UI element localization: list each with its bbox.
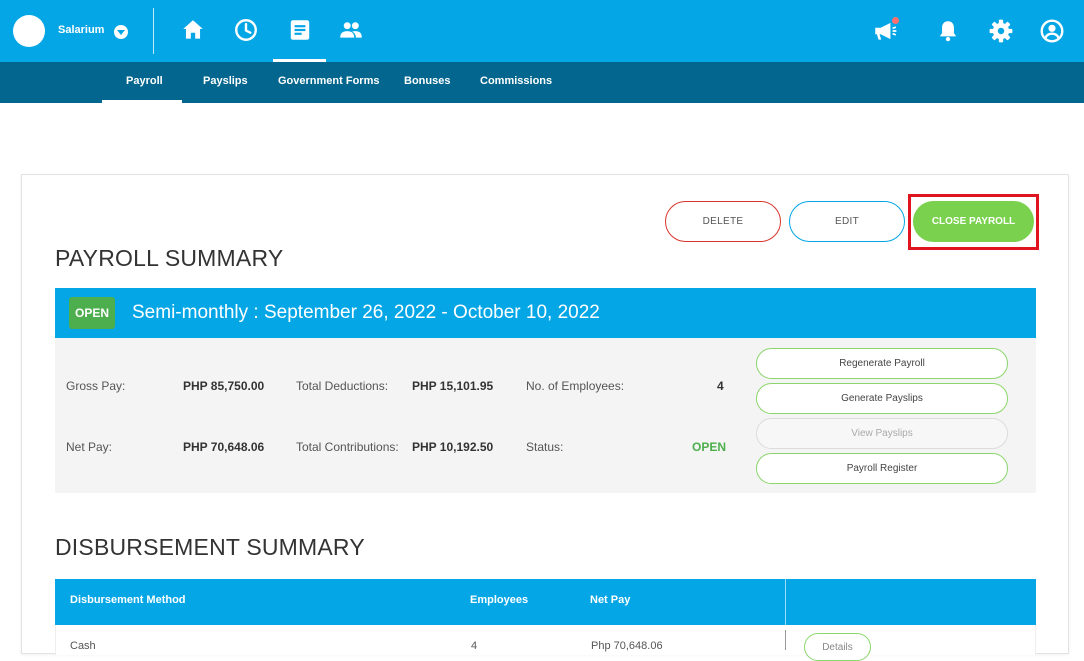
row-net-pay: Php 70,648.06 bbox=[591, 640, 663, 652]
generate-payslips-button[interactable]: Generate Payslips bbox=[756, 383, 1008, 414]
column-disbursement-method: Disbursement Method bbox=[70, 594, 186, 606]
people-icon[interactable] bbox=[338, 17, 364, 43]
status-badge: OPEN bbox=[69, 297, 115, 329]
total-contributions-label: Total Contributions: bbox=[296, 440, 399, 454]
tab-government-forms[interactable]: Government Forms bbox=[278, 75, 379, 87]
delete-button[interactable]: DELETE bbox=[665, 201, 781, 242]
top-bar bbox=[0, 0, 1084, 62]
total-contributions-value: PHP 10,192.50 bbox=[412, 440, 494, 454]
highlight-box bbox=[908, 194, 1039, 250]
employees-value: 4 bbox=[717, 379, 724, 393]
chevron-down-icon[interactable] bbox=[114, 25, 128, 39]
tab-bonuses[interactable]: Bonuses bbox=[404, 75, 450, 87]
gross-pay-value: PHP 85,750.00 bbox=[183, 379, 265, 393]
gross-pay-label: Gross Pay: bbox=[66, 379, 126, 393]
net-pay-label: Net Pay: bbox=[66, 440, 113, 454]
total-deductions-label: Total Deductions: bbox=[296, 379, 389, 393]
column-employees: Employees bbox=[470, 594, 529, 606]
company-name[interactable]: Salarium bbox=[58, 24, 104, 36]
net-pay-value: PHP 70,648.06 bbox=[183, 440, 265, 454]
total-deductions-value: PHP 15,101.95 bbox=[412, 379, 494, 393]
tab-payroll[interactable]: Payroll bbox=[126, 75, 163, 87]
details-button[interactable]: Details bbox=[804, 633, 871, 661]
header-divider bbox=[153, 8, 154, 54]
tab-payslips[interactable]: Payslips bbox=[203, 75, 248, 87]
document-icon[interactable] bbox=[287, 17, 313, 43]
clock-icon[interactable] bbox=[233, 17, 259, 43]
home-icon[interactable] bbox=[180, 17, 206, 43]
employees-label: No. of Employees: bbox=[526, 379, 625, 393]
disbursement-table-header bbox=[55, 579, 1036, 625]
table-row bbox=[55, 625, 1036, 655]
row-column-divider bbox=[785, 630, 786, 650]
company-logo[interactable] bbox=[13, 15, 45, 47]
tab-active-indicator bbox=[102, 100, 182, 103]
row-method: Cash bbox=[70, 640, 96, 652]
row-employees: 4 bbox=[471, 640, 478, 652]
regenerate-payroll-button[interactable]: Regenerate Payroll bbox=[756, 348, 1008, 379]
edit-button[interactable]: EDIT bbox=[789, 201, 905, 242]
payroll-summary-title: PAYROLL SUMMARY bbox=[55, 245, 284, 271]
status-label: Status: bbox=[526, 440, 564, 454]
disbursement-summary-title: DISBURSEMENT SUMMARY bbox=[55, 534, 365, 560]
gear-icon[interactable] bbox=[988, 18, 1014, 44]
user-icon[interactable] bbox=[1039, 18, 1065, 44]
view-payslips-button[interactable]: View Payslips bbox=[756, 418, 1008, 449]
tab-commissions[interactable]: Commissions bbox=[480, 75, 552, 87]
status-value: OPEN bbox=[692, 440, 727, 454]
payroll-period: Semi-monthly : September 26, 2022 - Octo… bbox=[132, 302, 600, 323]
notification-dot bbox=[892, 17, 899, 24]
bell-icon[interactable] bbox=[935, 18, 961, 44]
payroll-register-button[interactable]: Payroll Register bbox=[756, 453, 1008, 484]
column-net-pay: Net Pay bbox=[590, 594, 631, 606]
header-column-divider bbox=[785, 579, 786, 625]
